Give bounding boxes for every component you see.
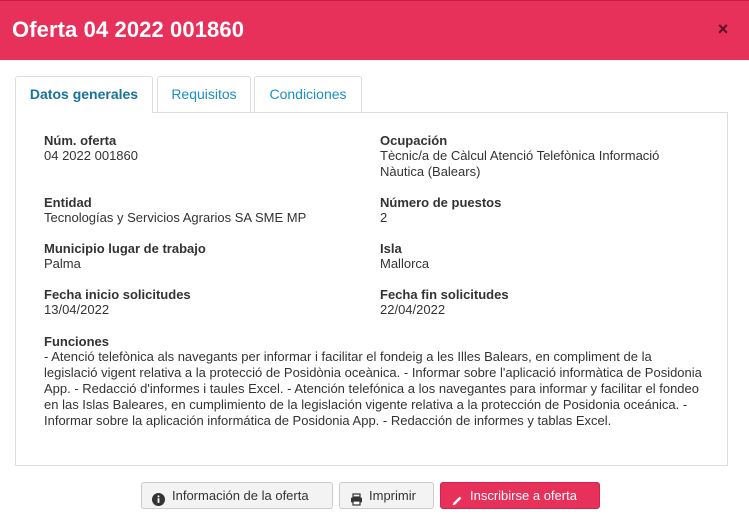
modal-title: Oferta 04 2022 001860: [12, 17, 245, 42]
info-circle-icon: [152, 489, 165, 506]
print-button-label: Imprimir: [369, 488, 416, 503]
field-label: Ocupación: [380, 133, 448, 148]
field-fecha-inicio: Fecha inicio solicitudes 13/04/2022: [44, 287, 191, 318]
apply-button-label: Inscribirse a oferta: [470, 488, 577, 503]
field-municipio: Municipio lugar de trabajo Palma: [44, 241, 206, 272]
field-value: Tecnologías y Servicios Agrarios SA SME …: [44, 210, 307, 225]
field-label: Número de puestos: [380, 195, 502, 210]
print-button[interactable]: Imprimir: [339, 482, 434, 509]
pencil-icon: [451, 490, 464, 506]
modal-footer: Información de la oferta Imprimir Inscri…: [0, 482, 749, 512]
field-num-oferta: Núm. oferta 04 2022 001860: [44, 133, 138, 164]
field-value: 2: [380, 210, 388, 225]
field-value: Palma: [44, 256, 81, 271]
field-label: Isla: [380, 241, 402, 256]
field-fecha-fin: Fecha fin solicitudes 22/04/2022: [380, 287, 700, 318]
field-label: Municipio lugar de trabajo: [44, 241, 206, 256]
field-isla: Isla Mallorca: [380, 241, 700, 272]
tab-panel-datos-generales: Núm. oferta 04 2022 001860 Ocupación Tèc…: [15, 112, 728, 466]
field-value: - Atenció telefònica als navegants per i…: [44, 349, 702, 428]
field-value: 22/04/2022: [380, 302, 446, 317]
field-value: 04 2022 001860: [44, 148, 138, 163]
tab-datos-generales[interactable]: Datos generales: [15, 76, 153, 113]
field-value: Tècnic/a de Càlcul Atenció Telefònica In…: [380, 148, 660, 179]
offer-modal: Oferta 04 2022 001860 × Datos generales …: [0, 0, 749, 531]
field-entidad: Entidad Tecnologías y Servicios Agrarios…: [44, 195, 306, 226]
field-label: Núm. oferta: [44, 133, 117, 148]
field-value: Mallorca: [380, 256, 430, 271]
field-numero-puestos: Número de puestos 2: [380, 195, 700, 226]
field-label: Funciones: [44, 334, 110, 349]
tab-requisitos[interactable]: Requisitos: [157, 76, 251, 112]
tab-condiciones[interactable]: Condiciones: [254, 76, 362, 112]
field-label: Fecha inicio solicitudes: [44, 287, 191, 302]
info-button-label: Información de la oferta: [172, 488, 309, 503]
apply-button[interactable]: Inscribirse a oferta: [440, 482, 600, 509]
printer-icon: [350, 489, 363, 506]
field-label: Fecha fin solicitudes: [380, 287, 509, 302]
modal-header: Oferta 04 2022 001860 ×: [0, 0, 749, 60]
info-button[interactable]: Información de la oferta: [141, 482, 333, 509]
field-funciones: Funciones - Atenció telefònica als naveg…: [44, 334, 704, 429]
tab-bar: Datos generales Requisitos Condiciones: [15, 76, 728, 113]
close-button[interactable]: ×: [715, 19, 731, 39]
field-value: 13/04/2022: [44, 302, 110, 317]
field-label: Entidad: [44, 195, 92, 210]
field-ocupacion: Ocupación Tècnic/a de Càlcul Atenció Tel…: [380, 133, 700, 180]
